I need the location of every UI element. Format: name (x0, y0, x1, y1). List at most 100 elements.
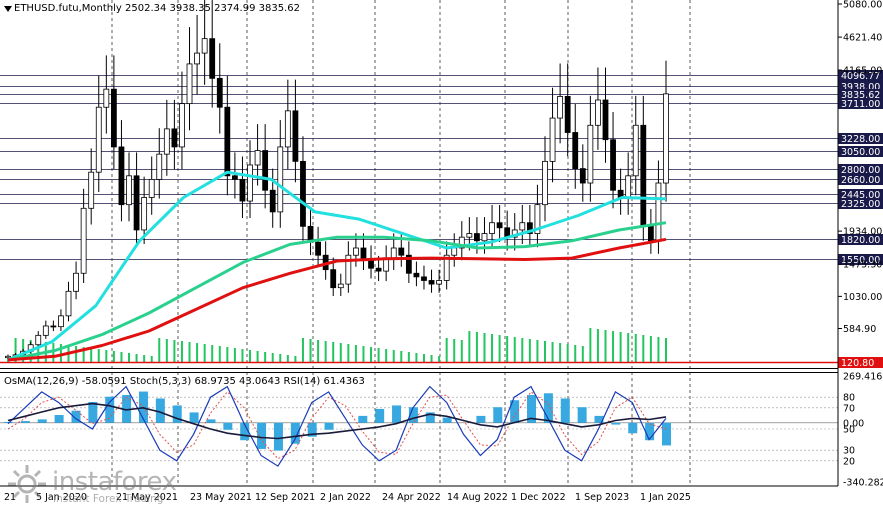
volume-bar (498, 335, 501, 362)
volume-bar (241, 349, 244, 362)
symbol-label: ETHUSD.futu,Monthly (14, 3, 122, 14)
candle-body (247, 164, 253, 202)
collapse-triangle-icon[interactable] (4, 6, 12, 12)
osma-bar (662, 422, 671, 446)
candle-body (148, 179, 155, 198)
osma-bar (88, 401, 98, 423)
volume-bar (173, 340, 176, 362)
volume-bar (294, 356, 297, 362)
volume-bar (574, 345, 577, 362)
osc-tick-label: 70 (843, 403, 855, 414)
candle-body (58, 315, 64, 328)
volume-bar (339, 343, 342, 362)
candle-body (5, 355, 11, 359)
level-label: 3050.00 (841, 147, 880, 158)
candle-body (398, 247, 405, 256)
volume-bar (566, 344, 569, 362)
candle-body (65, 290, 72, 317)
osc-tick-label: -340.2828 (843, 478, 883, 489)
candle-body (126, 175, 132, 206)
volume-bar (657, 337, 660, 362)
x-tick-label: 1 Jan 2025 (640, 492, 691, 503)
osma-bar (442, 417, 452, 423)
candle-body (640, 124, 647, 227)
y-tick-label: 1030.00 (843, 292, 882, 303)
volume-bar (581, 346, 584, 362)
volume-bar (491, 334, 494, 362)
volume-bar (596, 329, 599, 362)
candle-body (625, 175, 632, 198)
osma-bar (476, 415, 486, 423)
candle-body (186, 63, 193, 105)
volume-bar (559, 343, 562, 362)
volume-bar (317, 340, 320, 362)
osc-tick-label: 20 (843, 456, 855, 467)
x-tick-label: 1 Dec 2022 (511, 492, 566, 503)
candle-body (163, 128, 170, 155)
osma-bar (358, 415, 368, 423)
osma-bar (189, 412, 199, 423)
volume-bar (279, 354, 282, 362)
candle-body (315, 241, 321, 256)
candle-body (489, 222, 495, 234)
osma-bar (20, 421, 30, 423)
x-tick-label: 1 Sep 2023 (575, 492, 629, 503)
candle-body (421, 276, 427, 281)
volume-bar (422, 354, 425, 362)
volume-bar (438, 356, 441, 362)
candle-body (80, 207, 87, 274)
volume-bar (301, 338, 304, 362)
candle-body (262, 150, 269, 191)
volume-bar (468, 331, 471, 362)
osma-bar (257, 422, 267, 449)
volume-bar (158, 338, 161, 362)
osma-bar (206, 419, 216, 423)
volume-bar (536, 340, 539, 362)
candle-body (557, 96, 564, 119)
osc-tick-label: 80 (843, 393, 855, 404)
volume-bar (521, 338, 524, 362)
volume-bar (475, 332, 478, 362)
volume-bar (226, 347, 229, 362)
logo-icon (8, 465, 46, 503)
candle-body (194, 52, 200, 65)
volume-bar (665, 338, 667, 362)
candle-body (549, 117, 556, 162)
candle-body (579, 168, 586, 184)
x-tick-label: 24 Apr 2022 (382, 492, 441, 503)
volume-bar (362, 346, 365, 362)
y-tick-label: 1475.30 (843, 260, 882, 271)
candle-body (73, 272, 79, 292)
candle-body (141, 197, 148, 231)
volume-bar (604, 330, 607, 362)
volume-bar (445, 338, 448, 362)
candle-body (481, 233, 488, 242)
volume-bar (370, 347, 373, 362)
candle-body (201, 38, 208, 54)
volume-bar (256, 351, 259, 362)
candle-body (284, 110, 291, 148)
volume-bar (649, 336, 652, 362)
volume-bar (377, 348, 380, 362)
osc-tick-label: 269.4165 (843, 372, 883, 383)
candle-body (171, 128, 178, 148)
candle-body (103, 88, 110, 108)
candle-body (231, 175, 238, 180)
candle-body (466, 233, 473, 238)
osma-bar (392, 405, 402, 423)
ohlc-values: 2502.34 3938.35 2374.99 3835.62 (125, 3, 300, 14)
candle-body (118, 146, 125, 206)
y-tick-label: 4621.40 (843, 33, 882, 44)
osma-bar (577, 407, 587, 423)
y-tick-label: 5080.00 (843, 0, 882, 11)
level-label: 3711.00 (841, 99, 880, 110)
candle-body (602, 99, 609, 141)
candle-body (610, 139, 616, 191)
candle-body (239, 179, 246, 202)
candle-body (254, 150, 261, 166)
osma-bar (375, 408, 385, 423)
volume-bar (528, 339, 531, 362)
volume-bar (627, 333, 630, 362)
candle-body (383, 258, 390, 272)
candle-body (564, 96, 571, 133)
